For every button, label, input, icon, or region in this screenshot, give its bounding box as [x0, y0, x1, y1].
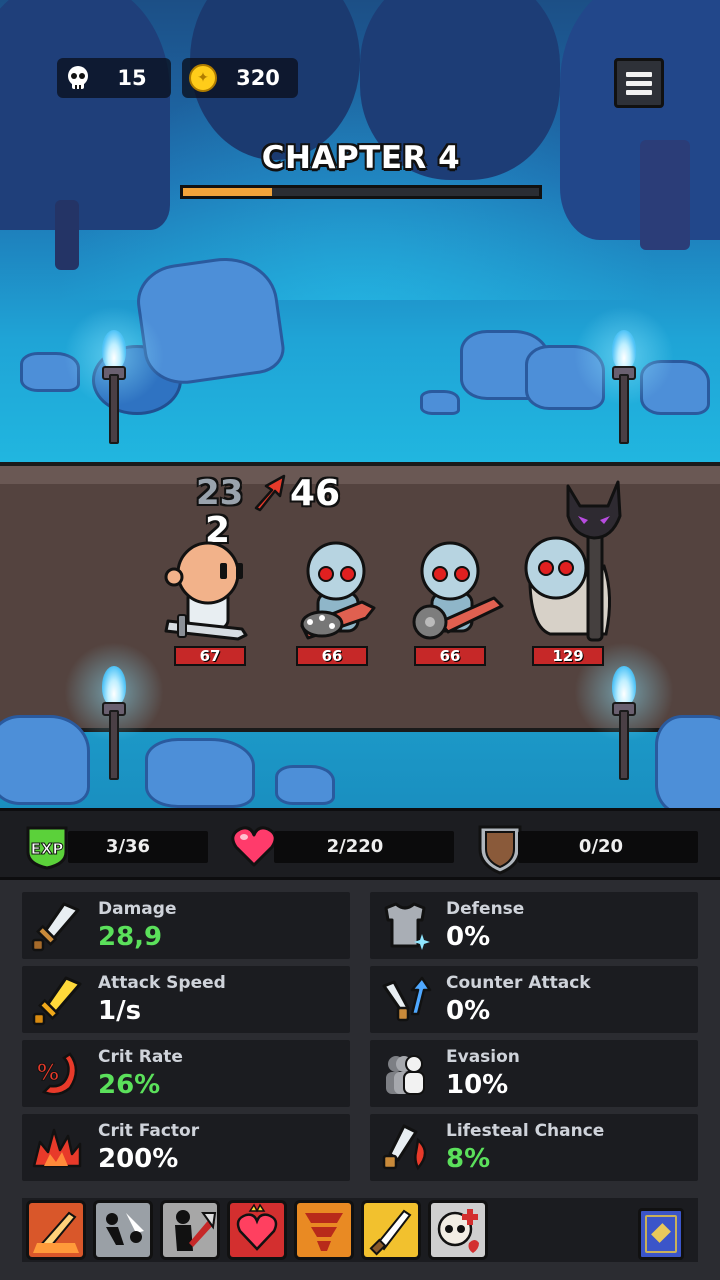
stat-value: 0% — [446, 996, 491, 1026]
blue-flame-icon — [102, 330, 126, 370]
damage-number-grey: 23 — [196, 473, 244, 513]
crit-factor-icon — [32, 1128, 82, 1168]
menu-button[interactable] — [614, 58, 664, 108]
axe-strike-skill[interactable] — [160, 1200, 220, 1260]
health-value: 2/220 — [326, 836, 384, 857]
stat-label: Crit Rate — [98, 1047, 183, 1067]
torch — [574, 306, 674, 446]
enemy-hp-bar: 66 — [296, 646, 368, 666]
rock — [275, 765, 335, 805]
skeleton-shaman-enemy[interactable] — [520, 476, 630, 644]
rock — [420, 390, 460, 415]
stat-value: 8% — [446, 1144, 491, 1174]
skull-heal-skill[interactable] — [428, 1200, 488, 1260]
chapter-progress-bar — [180, 185, 542, 199]
stat-evasion: Evasion 10% — [370, 1040, 698, 1107]
blue-flame-icon — [612, 330, 636, 370]
torch — [574, 642, 674, 782]
stat-label: Evasion — [446, 1047, 520, 1067]
health-bar: 2/220 — [274, 829, 454, 863]
stat-value: 1/s — [98, 996, 142, 1026]
stat-label: Damage — [98, 899, 177, 919]
enemy-hp-bar: 129 — [532, 646, 604, 666]
crit-arrow-icon — [254, 474, 286, 512]
torch — [64, 642, 164, 782]
exp-value: 3/36 — [105, 836, 151, 857]
coin-icon: ✦ — [189, 64, 217, 92]
armor-bar: 0/20 — [518, 829, 698, 863]
blue-flame-icon — [102, 666, 126, 706]
stat-value: 200% — [98, 1144, 179, 1174]
flaming-sword-skill[interactable] — [26, 1200, 86, 1260]
fire-tornado-skill[interactable] — [294, 1200, 354, 1260]
blue-flame-icon — [612, 666, 636, 706]
armor-value: 0/20 — [578, 836, 624, 857]
hero-character[interactable] — [160, 535, 260, 645]
golden-sword-icon — [32, 976, 82, 1026]
exp-badge-label: EXP — [31, 840, 64, 858]
hero-hp-bar: 67 — [174, 646, 246, 666]
coin-count: 320 — [236, 66, 280, 90]
stat-crit-rate: % Crit Rate 26% — [22, 1040, 350, 1107]
exp-bar: 3/36 — [68, 829, 208, 863]
golden-dagger-skill[interactable] — [361, 1200, 421, 1260]
dash-strike-skill[interactable] — [93, 1200, 153, 1260]
coin-counter: ✦ 320 — [182, 58, 298, 98]
crit-rate-icon: % — [36, 1052, 78, 1096]
tree-trunk — [55, 200, 79, 270]
skeleton-enemy[interactable] — [292, 538, 392, 643]
exp-icon: EXP — [26, 826, 68, 870]
stat-value: 28,9 — [98, 922, 163, 952]
stat-damage: Damage 28,9 — [22, 892, 350, 959]
counter-attack-icon — [382, 976, 432, 1022]
kill-counter: 15 — [57, 58, 171, 98]
stat-crit-factor: Crit Factor 200% — [22, 1114, 350, 1181]
enemy-hp-bar: 66 — [414, 646, 486, 666]
stat-label: Attack Speed — [98, 973, 226, 993]
stat-label: Crit Factor — [98, 1121, 200, 1141]
evasion-icon — [386, 1055, 425, 1095]
stat-lifesteal-chance: Lifesteal Chance 8% — [370, 1114, 698, 1181]
tree-trunk — [640, 140, 690, 250]
royal-heart-skill[interactable] — [227, 1200, 287, 1260]
rock — [0, 715, 90, 805]
stat-counter-attack: Counter Attack 0% — [370, 966, 698, 1033]
damage-number-crit: 46 — [290, 473, 341, 514]
menu-icon — [626, 71, 652, 77]
skull-icon — [63, 63, 93, 93]
stat-value: 10% — [446, 1070, 509, 1100]
tree — [0, 0, 170, 230]
resource-bars: EXP 3/36 2/220 0/20 — [0, 808, 720, 880]
stat-value: 26% — [98, 1070, 161, 1100]
rock — [145, 738, 255, 808]
stat-label: Lifesteal Chance — [446, 1121, 605, 1141]
armor-icon — [384, 902, 430, 950]
lifesteal-icon — [382, 1124, 427, 1171]
stat-label: Counter Attack — [446, 973, 591, 993]
heart-icon — [231, 826, 277, 867]
chapter-progress-fill — [183, 188, 272, 196]
stat-attack-speed: Attack Speed 1/s — [22, 966, 350, 1033]
battle-scene: 15 ✦ 320 CHAPTER 4 23 46 2 67 66 66 129 — [0, 0, 720, 808]
skill-book-button[interactable] — [638, 1208, 684, 1260]
stat-label: Defense — [446, 899, 525, 919]
sword-icon — [31, 902, 80, 952]
stat-value: 0% — [446, 922, 491, 952]
stat-defense: Defense 0% — [370, 892, 698, 959]
rock — [655, 715, 720, 808]
chapter-title: CHAPTER 4 — [261, 140, 461, 176]
skeleton-enemy[interactable] — [406, 538, 506, 646]
stats-panel: Damage 28,9 Defense 0% Attack Speed 1/s … — [0, 880, 720, 1194]
svg-text:%: % — [37, 1061, 59, 1086]
kill-count: 15 — [117, 66, 147, 90]
torch — [64, 306, 164, 446]
